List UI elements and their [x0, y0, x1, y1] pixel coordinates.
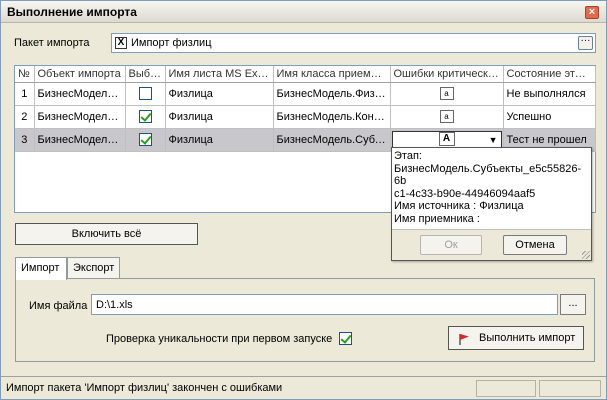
excel-x-icon: X: [115, 37, 127, 49]
package-value: Импорт физлиц: [131, 37, 212, 49]
row-sheet: Физлица: [165, 105, 274, 129]
run-import-label: Выполнить импорт: [479, 332, 576, 344]
file-browse-button[interactable]: ...: [560, 294, 586, 315]
status-bar: Импорт пакета 'Импорт физлиц' закончен с…: [1, 376, 606, 399]
row-object: БизнесМодель.Субъекты: [34, 128, 126, 152]
error-doc-icon: A: [438, 131, 455, 146]
col-header-state[interactable]: Состояние этапа: [503, 66, 596, 83]
file-name-label: Имя файла: [29, 300, 88, 312]
uniqueness-checkbox[interactable]: [339, 332, 352, 345]
uniqueness-label: Проверка уникальности при первом запуске: [106, 333, 333, 345]
col-header-class[interactable]: Имя класса приемника: [273, 66, 391, 83]
import-window: Выполнение импорта × Пакет импорта X Имп…: [0, 0, 607, 400]
table-row[interactable]: 2 БизнесМодель.Контрагенты Физлица Бизне…: [15, 105, 596, 129]
popup-content: Этап: БизнесМодель.Субъекты_e5c55826-6b …: [394, 150, 589, 225]
popup-buttons: Ок Отмена: [392, 229, 591, 260]
error-doc-icon[interactable]: a: [439, 87, 454, 100]
include-all-button[interactable]: Включить всё: [15, 223, 198, 245]
chevron-down-icon[interactable]: ▼: [489, 135, 498, 145]
row-selected-checkbox[interactable]: [138, 133, 152, 146]
row-num: 2: [15, 105, 35, 129]
row-class: БизнесМодель.Контрагенты: [273, 105, 391, 129]
close-button[interactable]: ×: [585, 6, 599, 19]
row-class: БизнесМодель.Субъекты: [273, 128, 391, 152]
col-header-object[interactable]: Объект импорта: [34, 66, 126, 83]
status-pane: [476, 380, 536, 397]
flag-icon: [459, 334, 469, 345]
error-details-popup: Этап: БизнесМодель.Субъекты_e5c55826-6b …: [391, 147, 592, 261]
tab-import[interactable]: Импорт: [15, 257, 67, 280]
status-text: Импорт пакета 'Импорт физлиц' закончен с…: [6, 382, 283, 394]
cancel-button[interactable]: Отмена: [503, 235, 567, 255]
file-name-input[interactable]: [91, 294, 558, 315]
popup-line: c1-4c33-b90e-44946094aaf5: [394, 187, 536, 200]
status-pane: [539, 380, 601, 397]
row-selected-checkbox[interactable]: [138, 87, 152, 100]
grid-header: № Объект импорта Выбран Имя листа MS Exc…: [15, 66, 596, 83]
col-header-sheet[interactable]: Имя листа MS Excel: [165, 66, 274, 83]
row-class: БизнесМодель.Физлица: [273, 82, 391, 106]
row-object: БизнесМодель.Физлица: [34, 82, 126, 106]
tab-export[interactable]: Экспорт: [67, 257, 120, 279]
row-num: 1: [15, 82, 35, 106]
popup-line: БизнесМодель.Субъекты_e5c55826-6b: [394, 162, 582, 188]
col-header-num[interactable]: №: [15, 66, 35, 83]
row-object: БизнесМодель.Контрагенты: [34, 105, 126, 129]
package-label: Пакет импорта: [14, 37, 90, 49]
table-row[interactable]: 1 БизнесМодель.Физлица Физлица БизнесМод…: [15, 82, 596, 106]
import-tab-panel: Имя файла ... Проверка уникальности при …: [15, 278, 595, 362]
popup-line: Имя источника : Физлица: [394, 200, 524, 212]
error-doc-icon[interactable]: a: [439, 110, 454, 123]
row-selected-checkbox[interactable]: [138, 110, 152, 123]
resize-grip-icon[interactable]: [582, 251, 590, 259]
package-browse-button[interactable]: ···: [578, 36, 593, 50]
row-sheet: Физлица: [165, 128, 274, 152]
row-state: Не выполнялся: [503, 82, 596, 106]
run-import-button[interactable]: Выполнить импорт: [448, 326, 584, 350]
ok-button[interactable]: Ок: [420, 235, 482, 255]
row-sheet: Физлица: [165, 82, 274, 106]
row-num: 3: [15, 128, 35, 152]
col-header-errors[interactable]: Ошибки критические: [390, 66, 504, 83]
col-header-selected[interactable]: Выбран: [125, 66, 166, 83]
errors-dropdown[interactable]: A ▼: [391, 130, 502, 149]
package-field[interactable]: X Импорт физлиц ···: [111, 33, 596, 53]
window-title: Выполнение импорта: [7, 5, 137, 19]
row-state: Успешно: [503, 105, 596, 129]
title-bar[interactable]: Выполнение импорта ×: [1, 1, 606, 23]
popup-line: Имя приемника :: [394, 212, 480, 225]
popup-line: Этап:: [394, 150, 422, 162]
